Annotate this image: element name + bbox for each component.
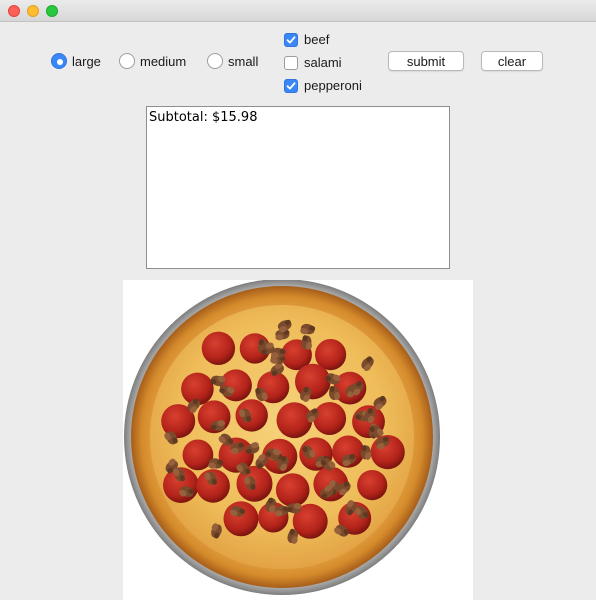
submit-button[interactable]: submit [388, 51, 464, 71]
pepperoni-slice [275, 473, 310, 507]
size-radio-large[interactable]: large [51, 53, 101, 69]
checkbox-indicator[interactable] [284, 78, 298, 93]
pizza-image-panel [123, 280, 473, 600]
title-bar [0, 0, 596, 22]
size-radio-small[interactable]: small [207, 53, 258, 69]
zoom-window-button[interactable] [46, 5, 58, 17]
radio-indicator[interactable] [119, 53, 135, 69]
checkmark-icon [286, 81, 296, 89]
pepperoni-slice [357, 470, 388, 501]
radio-label: large [72, 53, 101, 69]
checkbox-label: salami [304, 55, 342, 70]
checkbox-label: pepperoni [304, 78, 362, 93]
checkbox-label: beef [304, 32, 330, 47]
order-output-textarea[interactable]: Subtotal: $15.98 [146, 106, 450, 269]
size-radio-medium[interactable]: medium [119, 53, 186, 69]
pepperoni-slice [223, 501, 259, 537]
pepperoni-slice [201, 331, 236, 365]
checkbox-indicator[interactable] [284, 55, 298, 70]
pepperoni-slice [219, 369, 252, 402]
pepperoni-slice [276, 402, 313, 439]
radio-indicator[interactable] [51, 53, 67, 69]
pizza-image [124, 280, 440, 595]
topping-checkbox-pepperoni[interactable]: pepperoni [284, 78, 362, 93]
radio-indicator[interactable] [207, 53, 223, 69]
radio-label: medium [140, 53, 187, 69]
topping-checkbox-salami[interactable]: salami [284, 55, 342, 70]
pepperoni-slice [313, 402, 347, 435]
clear-button[interactable]: clear [481, 51, 543, 71]
checkmark-icon [286, 35, 296, 43]
minimize-window-button[interactable] [27, 5, 39, 17]
checkbox-indicator[interactable] [284, 32, 298, 47]
close-window-button[interactable] [8, 5, 20, 17]
radio-label: small [228, 53, 259, 69]
topping-checkbox-beef[interactable]: beef [284, 32, 329, 47]
